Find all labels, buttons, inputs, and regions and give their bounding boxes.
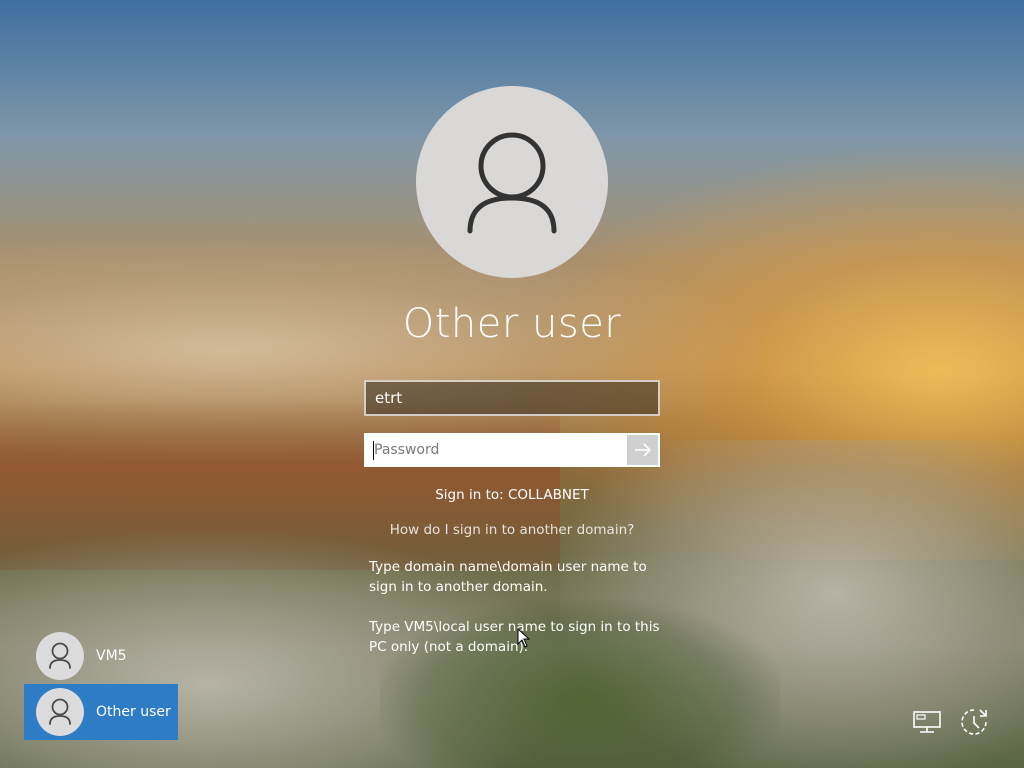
domain-hint-text: Type domain name\domain user name to sig… xyxy=(369,559,647,595)
ease-of-access-icon xyxy=(961,709,987,735)
password-input-group: Password xyxy=(364,433,660,467)
tile-avatar xyxy=(36,632,84,680)
user-name-heading: Other user xyxy=(402,301,622,347)
user-tile-label: Other user xyxy=(96,704,171,720)
network-button[interactable] xyxy=(910,704,946,740)
help-link[interactable]: How do I sign in to another domain? xyxy=(312,520,712,540)
person-icon xyxy=(49,642,71,669)
user-tile-other-user[interactable]: Other user xyxy=(24,684,178,740)
user-tile-vm5[interactable]: VM5 xyxy=(24,628,178,684)
person-icon xyxy=(49,698,71,725)
username-input[interactable]: etrt xyxy=(364,380,660,416)
user-tile-label: VM5 xyxy=(96,648,127,664)
person-icon xyxy=(467,132,557,234)
submit-button[interactable] xyxy=(627,435,658,465)
text-caret xyxy=(373,441,374,460)
lock-screen: Other user etrt Password Sign in to: COL… xyxy=(0,0,1024,768)
password-input[interactable]: Password xyxy=(366,435,628,465)
tile-avatar xyxy=(36,688,84,736)
network-icon xyxy=(913,711,941,733)
sign-in-domain-label: Sign in to: COLLABNET xyxy=(435,487,589,503)
arrow-right-icon xyxy=(635,443,652,457)
mouse-cursor-icon xyxy=(517,628,531,648)
ease-of-access-button[interactable] xyxy=(956,704,992,740)
user-avatar xyxy=(416,86,608,278)
